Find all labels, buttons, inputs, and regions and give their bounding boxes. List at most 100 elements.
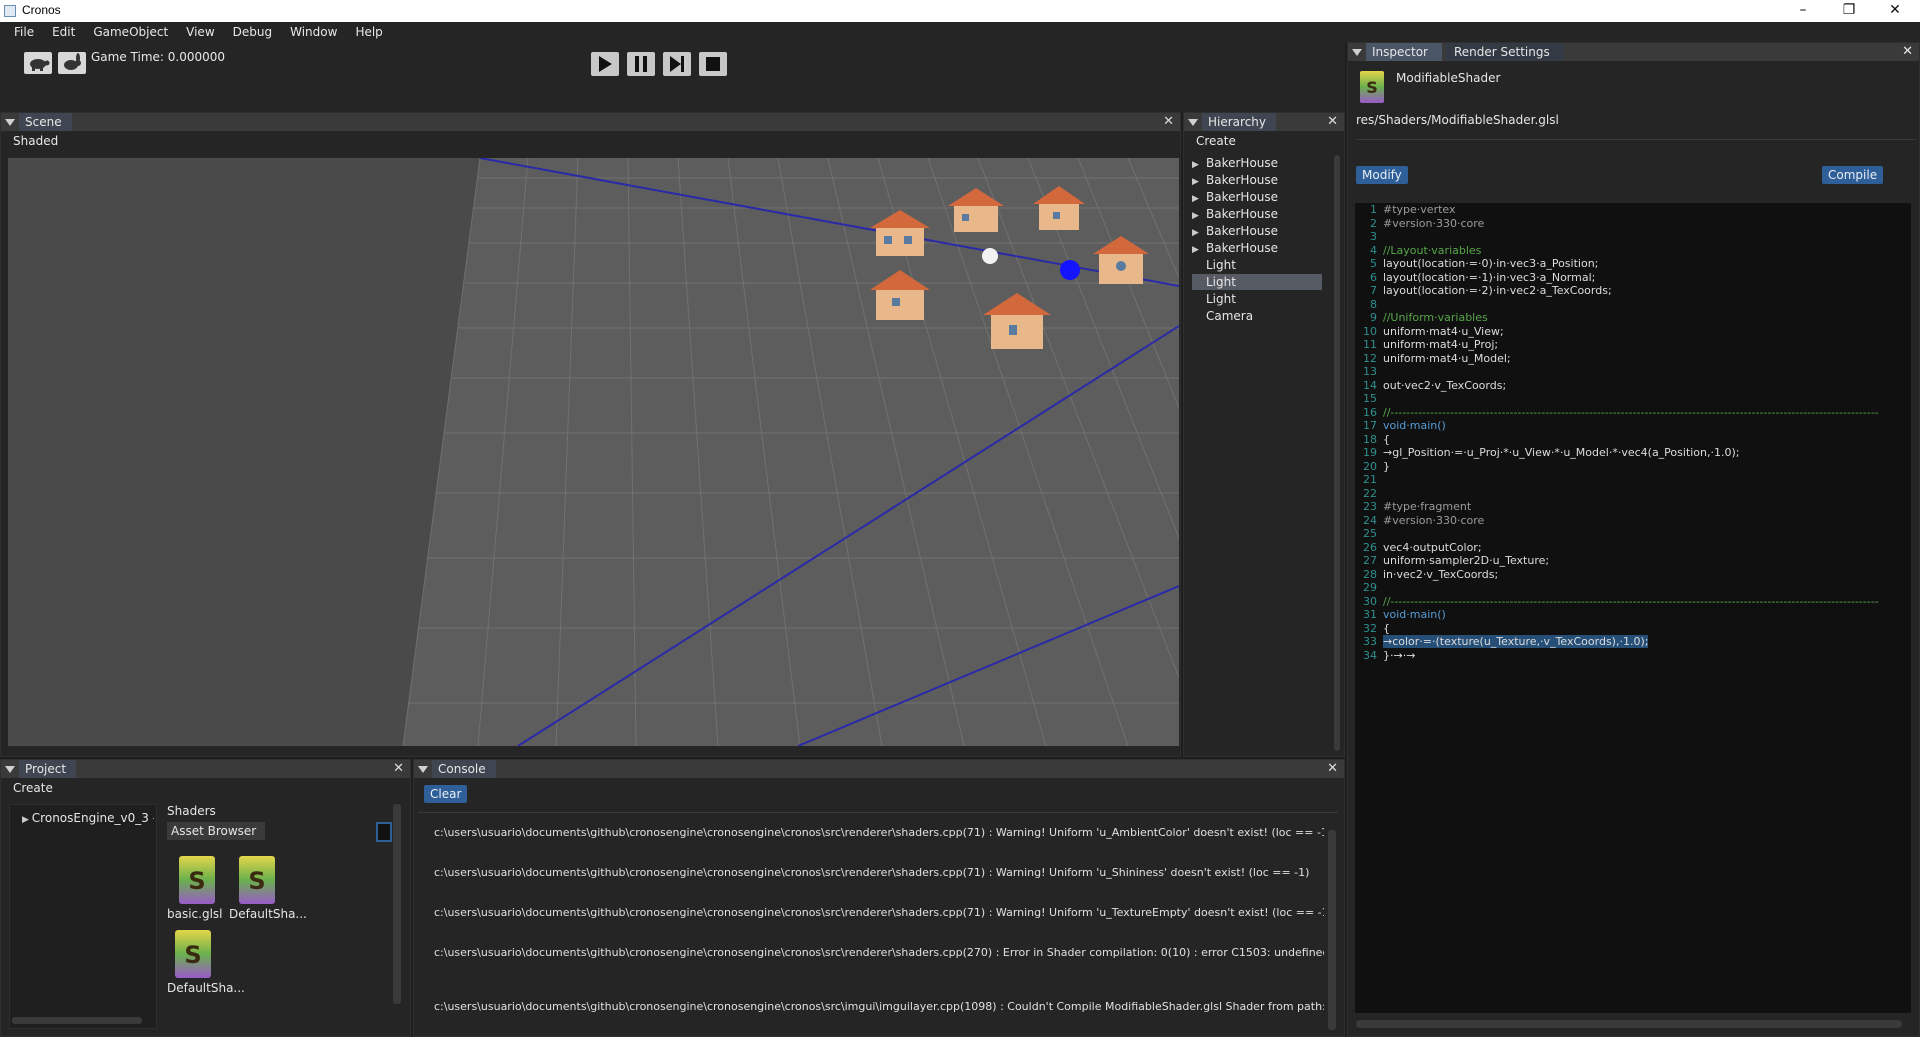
- shader-code-editor[interactable]: 1 #type·vertex 2 #version·330·core 3 4 //Layou…: [1355, 203, 1911, 1013]
- hierarchy-item-label: Light: [1206, 258, 1236, 272]
- tab-inspector[interactable]: Inspector: [1366, 43, 1442, 61]
- close-icon[interactable]: ✕: [1902, 43, 1913, 61]
- code-h-scrollbar[interactable]: [1356, 1020, 1902, 1028]
- pause-icon: [635, 56, 647, 72]
- menu-gameobject[interactable]: GameObject: [84, 22, 177, 42]
- code-text: //Uniform·variables: [1383, 311, 1488, 324]
- close-icon[interactable]: ✕: [1327, 113, 1338, 131]
- hierarchy-item-label: Light: [1206, 292, 1236, 306]
- close-window-button[interactable]: ✕: [1872, 0, 1918, 22]
- asset-name: ModifiableShader: [1396, 71, 1501, 85]
- menu-edit[interactable]: Edit: [43, 22, 84, 42]
- project-create[interactable]: Create: [1, 778, 410, 795]
- hierarchy-tree: ▶ BakerHouse ▶ BakerHouse ▶ BakerHouse ▶ BakerH…: [1184, 155, 1324, 755]
- assets-scrollbar[interactable]: [393, 804, 401, 1004]
- collapse-icon[interactable]: [1352, 49, 1362, 56]
- pause-button[interactable]: [627, 52, 655, 76]
- tab-hierarchy[interactable]: Hierarchy: [1202, 113, 1277, 131]
- menu-help[interactable]: Help: [346, 22, 391, 42]
- hierarchy-item[interactable]: ▶ BakerHouse: [1192, 172, 1322, 188]
- rabbit-fast-icon[interactable]: [58, 52, 86, 74]
- code-text: uniform·sampler2D·u_Texture;: [1383, 554, 1550, 567]
- line-number: 3: [1370, 230, 1377, 243]
- code-text: #type·fragment: [1383, 500, 1472, 513]
- close-icon[interactable]: ✕: [1327, 760, 1338, 778]
- hierarchy-item[interactable]: Light: [1192, 257, 1322, 273]
- hierarchy-scrollbar[interactable]: [1334, 155, 1340, 751]
- hierarchy-item[interactable]: ▶ BakerHouse: [1192, 189, 1322, 205]
- asset-browser-tab[interactable]: Asset Browser: [167, 822, 265, 840]
- hierarchy-item[interactable]: Camera: [1192, 308, 1322, 324]
- code-text: vec4·outputColor;: [1383, 540, 1482, 554]
- svg-text:S: S: [184, 941, 201, 969]
- menu-window[interactable]: Window: [281, 22, 346, 42]
- asset-file[interactable]: S DefaultSha...: [167, 930, 245, 995]
- scene-viewport[interactable]: [8, 158, 1179, 746]
- expand-arrow-icon[interactable]: ▶: [1192, 208, 1206, 224]
- hierarchy-item[interactable]: ▶ BakerHouse: [1192, 155, 1322, 171]
- code-text: #version·330·core: [1383, 216, 1485, 230]
- menu-debug[interactable]: Debug: [224, 22, 281, 42]
- expand-arrow-icon[interactable]: ▶: [1192, 191, 1206, 207]
- hierarchy-item-label: BakerHouse: [1206, 207, 1279, 221]
- line-number: 1: [1370, 203, 1377, 216]
- stop-button[interactable]: [699, 52, 727, 76]
- expand-arrow-icon[interactable]: ▶: [1192, 225, 1206, 241]
- log-line: c:\users\usuario\documents\github\cronos…: [434, 946, 1324, 959]
- tab-console[interactable]: Console: [432, 760, 496, 778]
- hierarchy-item[interactable]: Light: [1192, 274, 1322, 290]
- asset-file[interactable]: S DefaultSha...: [229, 856, 307, 921]
- code-text: }·→·→: [1383, 648, 1416, 662]
- project-panel: Project ✕ Create ▶ CronosEngine_v0_3 - c…: [0, 759, 411, 1037]
- menu-file[interactable]: File: [0, 22, 43, 42]
- tab-project[interactable]: Project: [19, 760, 77, 778]
- view-toggle[interactable]: [376, 822, 392, 842]
- toolbar: Game Time: 0.000000: [0, 42, 1345, 112]
- minimize-button[interactable]: –: [1780, 0, 1826, 22]
- step-button[interactable]: [663, 52, 691, 76]
- close-icon[interactable]: ✕: [393, 760, 404, 778]
- shading-mode[interactable]: Shaded: [1, 131, 1180, 148]
- light-gizmo[interactable]: [982, 248, 998, 264]
- expand-arrow-icon[interactable]: ▶: [1192, 157, 1206, 173]
- shader-file-icon: S: [179, 856, 215, 904]
- play-button[interactable]: [591, 52, 619, 76]
- tree-scrollbar[interactable]: [12, 1017, 142, 1024]
- collapse-icon[interactable]: [418, 766, 428, 773]
- compile-button[interactable]: Compile: [1822, 166, 1884, 184]
- hierarchy-create[interactable]: Create: [1184, 131, 1344, 148]
- menu-bar: File Edit GameObject View Debug Window Help: [0, 22, 1920, 42]
- tree-root[interactable]: ▶ CronosEngine_v0_3 - cc: [22, 811, 154, 825]
- console-scrollbar[interactable]: [1328, 830, 1336, 1030]
- scene-render: [402, 158, 1179, 746]
- menu-view[interactable]: View: [177, 22, 223, 42]
- expand-arrow-icon[interactable]: ▶: [1192, 242, 1206, 258]
- expand-arrow-icon[interactable]: ▶: [1192, 174, 1206, 190]
- hierarchy-item[interactable]: Light: [1192, 291, 1322, 307]
- collapse-icon[interactable]: [5, 119, 15, 126]
- tab-render-settings[interactable]: Render Settings: [1445, 43, 1564, 61]
- close-icon[interactable]: ✕: [1163, 113, 1174, 131]
- maximize-button[interactable]: ❐: [1826, 0, 1872, 22]
- hierarchy-item[interactable]: ▶ BakerHouse: [1192, 223, 1322, 239]
- hierarchy-item[interactable]: ▶ BakerHouse: [1192, 240, 1322, 256]
- scene-tab-bar: Scene ✕: [1, 113, 1180, 131]
- line-number: 2: [1370, 216, 1377, 230]
- collapse-icon[interactable]: [5, 766, 15, 773]
- code-text: //Layout·variables: [1383, 243, 1482, 257]
- clear-button[interactable]: Clear: [424, 785, 468, 803]
- tab-scene[interactable]: Scene: [19, 113, 72, 131]
- selected-light-gizmo[interactable]: [1060, 260, 1080, 280]
- asset-file[interactable]: S basic.glsl: [167, 856, 227, 921]
- hierarchy-item-label: BakerHouse: [1206, 224, 1279, 238]
- line-number: 6: [1370, 270, 1377, 284]
- code-text: →color·=·(texture(u_Texture,·v_TexCoords…: [1383, 635, 1649, 648]
- hierarchy-item[interactable]: ▶ BakerHouse: [1192, 206, 1322, 222]
- tortoise-slow-icon[interactable]: [24, 52, 52, 74]
- line-number: 11: [1363, 338, 1377, 351]
- title-bar: Cronos – ❐ ✕: [0, 0, 1920, 22]
- code-text: {: [1383, 432, 1390, 446]
- modify-button[interactable]: Modify: [1356, 166, 1408, 184]
- collapse-icon[interactable]: [1188, 119, 1198, 126]
- code-text: #version·330·core: [1383, 513, 1485, 527]
